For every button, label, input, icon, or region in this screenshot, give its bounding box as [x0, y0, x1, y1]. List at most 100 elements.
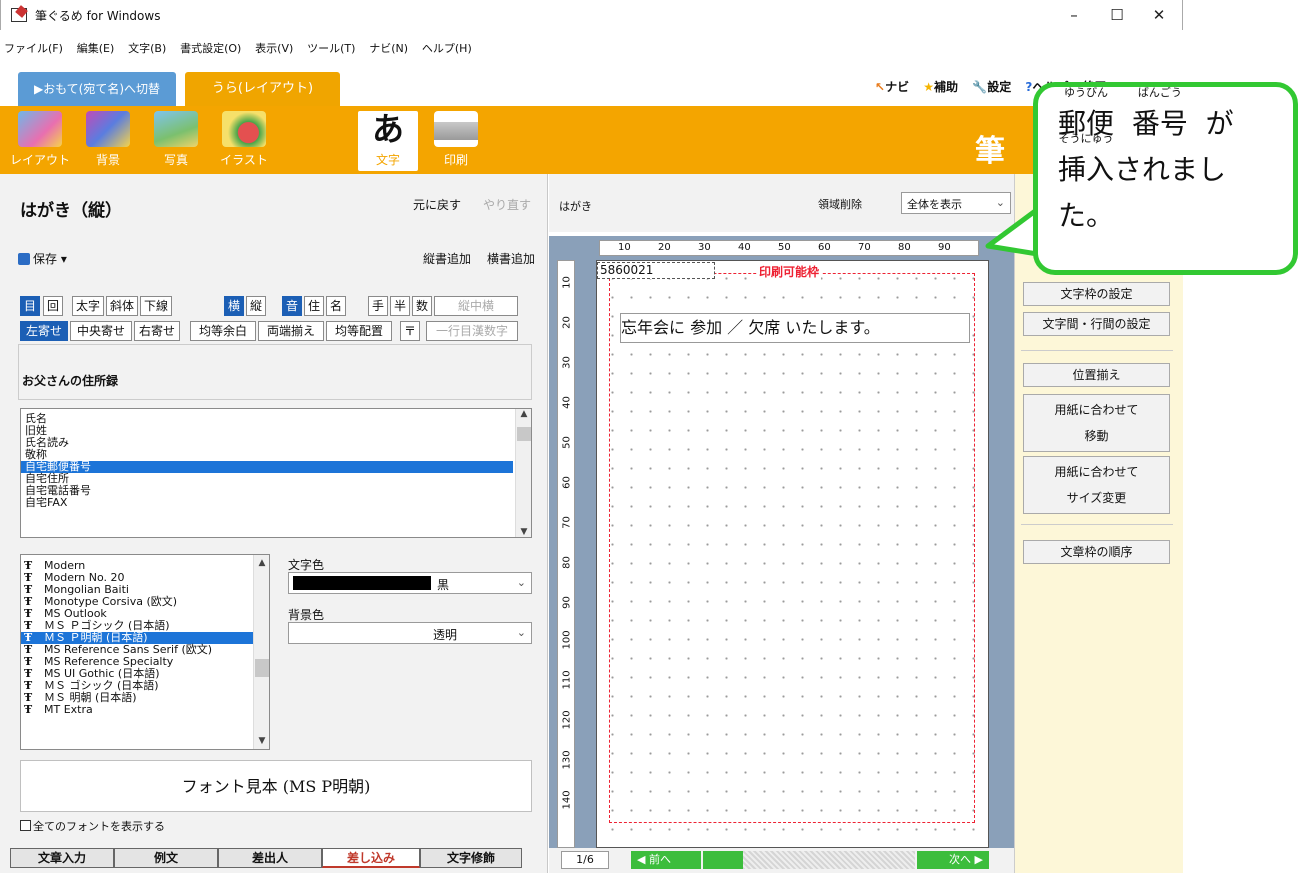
background-icon — [86, 111, 130, 147]
checkbox-icon[interactable] — [20, 820, 31, 831]
ruler-label: 50 — [778, 242, 791, 253]
next-page-button[interactable]: 次へ ▶ — [917, 851, 989, 869]
tab-sender[interactable]: 差出人 — [218, 848, 322, 868]
ruler-horizontal: 10 20 30 40 50 60 70 80 90 — [599, 240, 979, 256]
number-button[interactable]: 数 — [412, 296, 432, 316]
frame-settings-button[interactable]: 文字枠の設定 — [1023, 282, 1170, 306]
scroll-thumb[interactable] — [517, 427, 531, 441]
distribute-button[interactable]: 均等配置 — [326, 321, 392, 341]
page-scroll-track[interactable] — [703, 851, 915, 869]
field-item[interactable]: 自宅FAX — [21, 497, 513, 509]
field-item[interactable]: 氏名 — [21, 413, 513, 425]
font-item[interactable]: Ŧ MT Extra — [21, 704, 253, 716]
tate-chu-yoko-button[interactable]: 縦中横 — [434, 296, 518, 316]
justify-button[interactable]: 両端揃え — [258, 321, 324, 341]
assist-link[interactable]: ★補助 — [923, 78, 958, 95]
postcard-canvas[interactable]: 5860021 印刷可能枠 忘年会に 参加 ／ 欠席 いたします。 — [596, 260, 989, 848]
scroll-down-icon[interactable]: ▼ — [516, 527, 531, 537]
page-scroll-thumb[interactable] — [703, 851, 743, 869]
close-button[interactable]: ✕ — [1141, 4, 1177, 26]
toolbar-text[interactable]: あ 文字 — [358, 111, 418, 171]
region-delete-button[interactable]: 領域削除 — [818, 196, 862, 212]
align-left-button[interactable]: 左寄せ — [20, 321, 68, 341]
prev-page-button[interactable]: ◀ 前へ — [631, 851, 701, 869]
menu-format[interactable]: 書式設定(O) — [180, 40, 241, 56]
tab-back-layout[interactable]: うら(レイアウト) — [185, 72, 340, 106]
tab-decoration[interactable]: 文字修飾 — [420, 848, 522, 868]
align-position-button[interactable]: 位置揃え — [1023, 363, 1170, 387]
chevron-down-icon: ⌄ — [516, 576, 526, 589]
field-item[interactable]: 自宅電話番号 — [21, 485, 513, 497]
kanji-numeral-button[interactable]: 一行目漢数字 — [426, 321, 518, 341]
frame-square-button[interactable]: 目 — [20, 296, 40, 316]
field-item[interactable]: 自宅郵便番号 — [21, 461, 513, 473]
show-all-fonts-checkbox[interactable]: 全てのフォントを表示する — [20, 818, 165, 834]
text-color-dropdown[interactable]: 黒 ⌄ — [288, 572, 532, 594]
field-item[interactable]: 自宅住所 — [21, 473, 513, 485]
fields-list[interactable]: 氏名 旧姓 氏名読み 敬称 自宅郵便番号 自宅住所 自宅電話番号 自宅FAX ▲ ▼ — [20, 408, 532, 538]
align-center-button[interactable]: 中央寄せ — [70, 321, 132, 341]
menu-help[interactable]: ヘルプ(H) — [422, 40, 472, 56]
settings-link[interactable]: 🔧設定 — [972, 78, 1011, 95]
underline-button[interactable]: 下線 — [140, 296, 172, 316]
fit-move-button[interactable]: 用紙に合わせて 移動 — [1023, 394, 1170, 452]
tab-front-switch[interactable]: ▶おもて(宛て名)へ切替 — [18, 72, 176, 106]
postal-mark-button[interactable]: 〒 — [400, 321, 420, 341]
align-right-button[interactable]: 右寄せ — [134, 321, 180, 341]
toolbar-print[interactable]: 印刷 — [426, 111, 486, 171]
menu-edit[interactable]: 編集(E) — [77, 40, 115, 56]
sound-button[interactable]: 音 — [282, 296, 302, 316]
add-vertical-button[interactable]: 縦書追加 — [423, 250, 471, 267]
frame-order-button[interactable]: 文章枠の順序 — [1023, 540, 1170, 564]
ruler-label: 130 — [561, 750, 573, 770]
menu-file[interactable]: ファイル(F) — [4, 40, 63, 56]
field-item[interactable]: 旧姓 — [21, 425, 513, 437]
field-item[interactable]: 敬称 — [21, 449, 513, 461]
navi-link[interactable]: ↖ナビ — [875, 78, 909, 95]
toolbar-photo[interactable]: 写真 — [146, 111, 206, 171]
tab-text-input[interactable]: 文章入力 — [10, 848, 114, 868]
scroll-up-icon[interactable]: ▲ — [254, 558, 269, 568]
toolbar-layout[interactable]: レイアウト — [10, 111, 70, 171]
scroll-up-icon[interactable]: ▲ — [516, 409, 531, 419]
redo-button[interactable]: やり直す — [483, 196, 531, 213]
vertical-writing-button[interactable]: 縦 — [246, 296, 266, 316]
horizontal-writing-button[interactable]: 横 — [224, 296, 244, 316]
font-list[interactable]: Ŧ Modern Ŧ Modern No. 20 Ŧ Mongolian Baiti Ŧ Mo… — [20, 554, 270, 750]
text-frame[interactable]: 忘年会に 参加 ／ 欠席 いたします。 — [620, 313, 970, 343]
add-horizontal-button[interactable]: 横書追加 — [487, 250, 535, 267]
menu-text[interactable]: 文字(B) — [128, 40, 166, 56]
save-button[interactable]: 保存 ▾ — [18, 250, 67, 267]
minimize-button[interactable]: – — [1056, 4, 1092, 26]
field-item[interactable]: 氏名読み — [21, 437, 513, 449]
toolbar-illustration[interactable]: イラスト — [214, 111, 274, 171]
fit-resize-button[interactable]: 用紙に合わせて サイズ変更 — [1023, 456, 1170, 514]
center-panel: はがき 領域削除 全体を表示 ⌄ 10 20 30 40 50 60 70 80 90 10 20… — [549, 174, 1014, 873]
halfwidth-button[interactable]: 半 — [390, 296, 410, 316]
bg-color-dropdown[interactable]: 透明 ⌄ — [288, 622, 532, 644]
fields-scrollbar[interactable]: ▲ ▼ — [515, 409, 531, 537]
bold-button[interactable]: 太字 — [72, 296, 104, 316]
scroll-down-icon[interactable]: ▼ — [254, 736, 269, 746]
font-scrollbar[interactable]: ▲ ▼ — [253, 555, 269, 749]
handwriting-button[interactable]: 手 — [368, 296, 388, 316]
italic-button[interactable]: 斜体 — [106, 296, 138, 316]
scroll-thumb[interactable] — [255, 659, 269, 677]
menu-navi[interactable]: ナビ(N) — [369, 40, 408, 56]
spacing-settings-button[interactable]: 文字間・行間の設定 — [1023, 312, 1170, 336]
toolbar-background[interactable]: 背景 — [78, 111, 138, 171]
tab-merge[interactable]: 差し込み — [322, 848, 420, 868]
equal-margin-button[interactable]: 均等余白 — [190, 321, 256, 341]
menu-tools[interactable]: ツール(T) — [307, 40, 355, 56]
tab-examples[interactable]: 例文 — [114, 848, 218, 868]
frame-round-button[interactable]: 回 — [43, 296, 63, 316]
address-button[interactable]: 住 — [304, 296, 324, 316]
menu-view[interactable]: 表示(V) — [255, 40, 293, 56]
maximize-button[interactable]: ☐ — [1099, 4, 1135, 26]
name-button[interactable]: 名 — [326, 296, 346, 316]
canvas-area: 10 20 30 40 50 60 70 80 90 10 20 30 40 50 60 70 80 90 100… — [549, 236, 1014, 848]
undo-button[interactable]: 元に戻す — [413, 196, 461, 213]
printable-label: 印刷可能枠 — [757, 263, 822, 280]
postal-code-field[interactable]: 5860021 — [597, 262, 715, 279]
left-panel: はがき（縦） 元に戻す やり直す 保存 ▾ 縦書追加 横書追加 目 回 太字 斜… — [0, 174, 548, 873]
